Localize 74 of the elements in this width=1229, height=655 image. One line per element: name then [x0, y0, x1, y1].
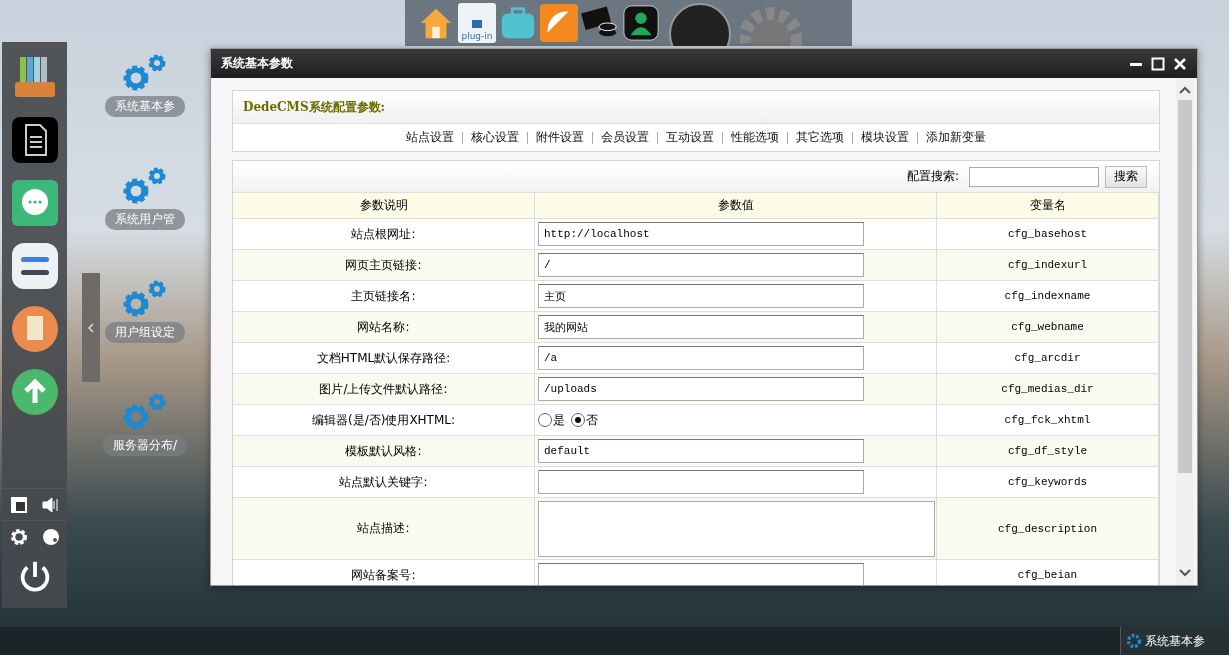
- citrus-slice-icon[interactable]: [540, 3, 578, 43]
- settings-tab-link[interactable]: 互动设置: [666, 129, 714, 146]
- table-cell: cfg_description: [937, 498, 1159, 560]
- input-field[interactable]: 主页: [538, 284, 864, 308]
- table-cell: cfg_indexname: [937, 281, 1159, 312]
- close-icon[interactable]: [1173, 56, 1187, 71]
- table-cell: 站点默认关键字:: [233, 467, 535, 498]
- search-field[interactable]: [969, 166, 1099, 187]
- document-icon[interactable]: [11, 117, 58, 163]
- palette-icon[interactable]: [40, 527, 61, 547]
- note-icon[interactable]: [11, 306, 58, 352]
- input-field[interactable]: default: [538, 439, 864, 463]
- table-cell: cfg_keywords: [937, 467, 1159, 498]
- gears-icon: [1125, 632, 1143, 650]
- scrollbar[interactable]: [1176, 78, 1194, 585]
- settings-tab-link[interactable]: 附件设置: [536, 129, 584, 146]
- taskbar-item-label: 系统基本参: [1145, 632, 1205, 650]
- settings-tab-link[interactable]: 核心设置: [471, 129, 519, 146]
- chevron-left-icon: [87, 321, 95, 334]
- table-cell: cfg_medias_dir: [937, 374, 1159, 405]
- settings-tab-link[interactable]: 性能选项: [731, 129, 779, 146]
- table-cell: 图片/上传文件默认路径:: [233, 374, 535, 405]
- input-field[interactable]: [538, 563, 864, 585]
- search-button[interactable]: 搜索: [1105, 165, 1147, 188]
- table-cell: 模板默认风格:: [233, 436, 535, 467]
- table-cell: cfg_webname: [937, 312, 1159, 343]
- table-cell: cfg_arcdir: [937, 343, 1159, 374]
- scroll-down-icon[interactable]: [1179, 569, 1191, 577]
- radio-label: 是: [553, 411, 565, 429]
- table-cell: 文档HTML默认保存路径:: [233, 343, 535, 374]
- plugin-label: plug-in: [461, 31, 493, 41]
- radio-label: 否: [586, 411, 598, 429]
- table-cell: 主页链接名:: [233, 281, 535, 312]
- table-cell: 站点根网址:: [233, 219, 535, 250]
- scroll-thumb[interactable]: [1178, 100, 1192, 473]
- settings-tab-link[interactable]: 其它选项: [796, 129, 844, 146]
- input-field[interactable]: /uploads: [538, 377, 864, 401]
- maximize-icon[interactable]: [1151, 56, 1165, 71]
- table-cell: cfg_df_style: [937, 436, 1159, 467]
- desktop-icon-label[interactable]: 服务器分布/: [102, 435, 187, 456]
- radio-button[interactable]: [571, 413, 585, 427]
- speaker-icon[interactable]: [40, 495, 61, 515]
- desktop-icon-label[interactable]: 用户组设定: [105, 322, 185, 343]
- table-cell: 站点描述:: [233, 498, 535, 560]
- toggle-switches-icon[interactable]: [11, 243, 58, 289]
- table-cell: cfg_basehost: [937, 219, 1159, 250]
- input-field[interactable]: /a: [538, 346, 864, 370]
- settings-icon[interactable]: [8, 527, 29, 547]
- scroll-up-icon[interactable]: [1179, 86, 1191, 94]
- input-field[interactable]: 我的网站: [538, 315, 864, 339]
- settings-tab-link[interactable]: 添加新变量: [926, 129, 986, 146]
- window-title: 系统基本参数: [221, 55, 293, 72]
- column-header: 变量名: [937, 193, 1159, 219]
- table-cell: 网站名称:: [233, 312, 535, 343]
- parking-icon[interactable]: [8, 495, 29, 515]
- settings-tab-link[interactable]: 会员设置: [601, 129, 649, 146]
- search-label: 配置搜索:: [906, 168, 959, 185]
- plugin-icon[interactable]: plug-in: [458, 3, 496, 43]
- settings-tab-link[interactable]: 站点设置: [406, 129, 454, 146]
- collapse-handle[interactable]: [82, 273, 100, 382]
- user-icon[interactable]: [622, 3, 660, 43]
- input-field[interactable]: http://localhost: [538, 222, 864, 246]
- chat-icon[interactable]: [11, 180, 58, 226]
- input-field[interactable]: /: [538, 253, 864, 277]
- column-header: 参数说明: [233, 193, 535, 219]
- table-cell: 编辑器(是/否)使用XHTML:: [233, 405, 535, 436]
- taskbar-item[interactable]: 系统基本参: [1120, 627, 1229, 655]
- radio-button[interactable]: [538, 413, 552, 427]
- input-field[interactable]: [538, 470, 864, 494]
- settings-tab-link[interactable]: 模块设置: [861, 129, 909, 146]
- table-cell: cfg_fck_xhtml: [937, 405, 1159, 436]
- table-cell: 网页主页链接:: [233, 250, 535, 281]
- column-header: 参数值: [535, 193, 937, 219]
- table-cell: cfg_indexurl: [937, 250, 1159, 281]
